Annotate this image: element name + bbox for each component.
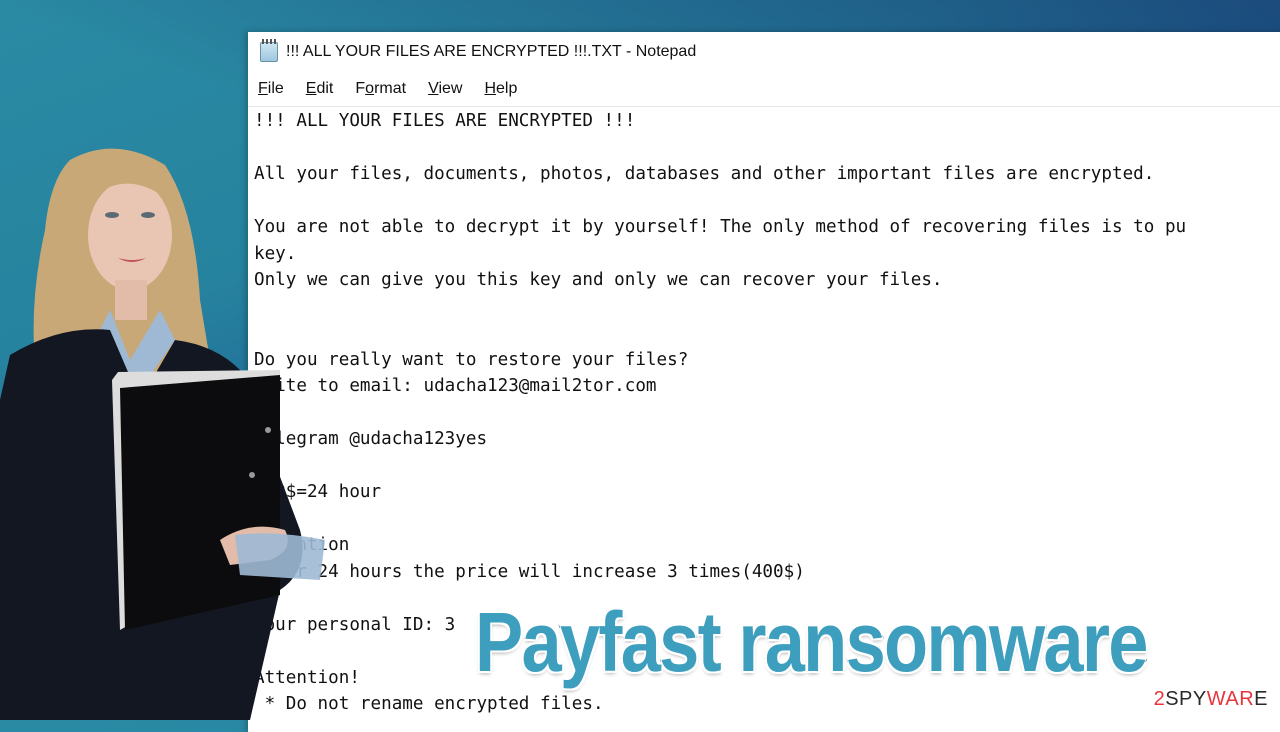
menu-file[interactable]: File — [258, 80, 284, 98]
menu-format[interactable]: Format — [355, 80, 406, 98]
brand-spy: SPY — [1165, 688, 1207, 710]
brand-suffix: E — [1254, 688, 1268, 710]
text-line — [254, 400, 1280, 427]
text-line: Write to email: udacha123@mail2tor.com — [254, 376, 657, 396]
window-title: !!! ALL YOUR FILES ARE ENCRYPTED !!!.TXT… — [286, 43, 697, 60]
text-line — [254, 188, 1280, 215]
text-line — [254, 506, 1280, 533]
text-line: !!! ALL YOUR FILES ARE ENCRYPTED !!! — [254, 111, 636, 131]
text-line: * Do not rename encrypted files. — [254, 694, 604, 714]
text-line — [254, 320, 1280, 347]
menu-bar: File Edit Format View Help — [248, 72, 1280, 107]
text-line — [254, 135, 1280, 162]
headline-title: Payfast ransomware — [474, 595, 1150, 689]
text-line: All your files, documents, photos, datab… — [254, 164, 1155, 184]
title-bar[interactable]: !!! ALL YOUR FILES ARE ENCRYPTED !!!.TXT… — [248, 32, 1280, 72]
face — [88, 180, 172, 290]
text-line: 100$=24 hour — [254, 482, 382, 502]
text-line: key. — [254, 243, 297, 264]
menu-view[interactable]: View — [428, 80, 462, 98]
menu-edit[interactable]: Edit — [306, 80, 334, 98]
brand-ware: WAR — [1206, 688, 1255, 710]
text-line — [254, 294, 1280, 321]
text-line: Attention — [254, 532, 1280, 559]
text-line: Do you really want to restore your files… — [254, 349, 689, 370]
brand-logo: 2SPYWARE — [1154, 688, 1268, 711]
notepad-icon — [260, 39, 278, 62]
menu-help[interactable]: Help — [484, 80, 517, 98]
woman-with-binder-photo — [0, 148, 325, 720]
text-line — [254, 453, 1280, 480]
brand-prefix: 2 — [1153, 688, 1166, 710]
text-line: You are not able to decrypt it by yourse… — [254, 217, 1187, 237]
text-line: Only we can give you this key and only w… — [254, 270, 943, 290]
text-line: Telegram @udacha123yes — [254, 429, 488, 449]
text-line: After 24 hours the price will increase 3… — [254, 561, 805, 582]
